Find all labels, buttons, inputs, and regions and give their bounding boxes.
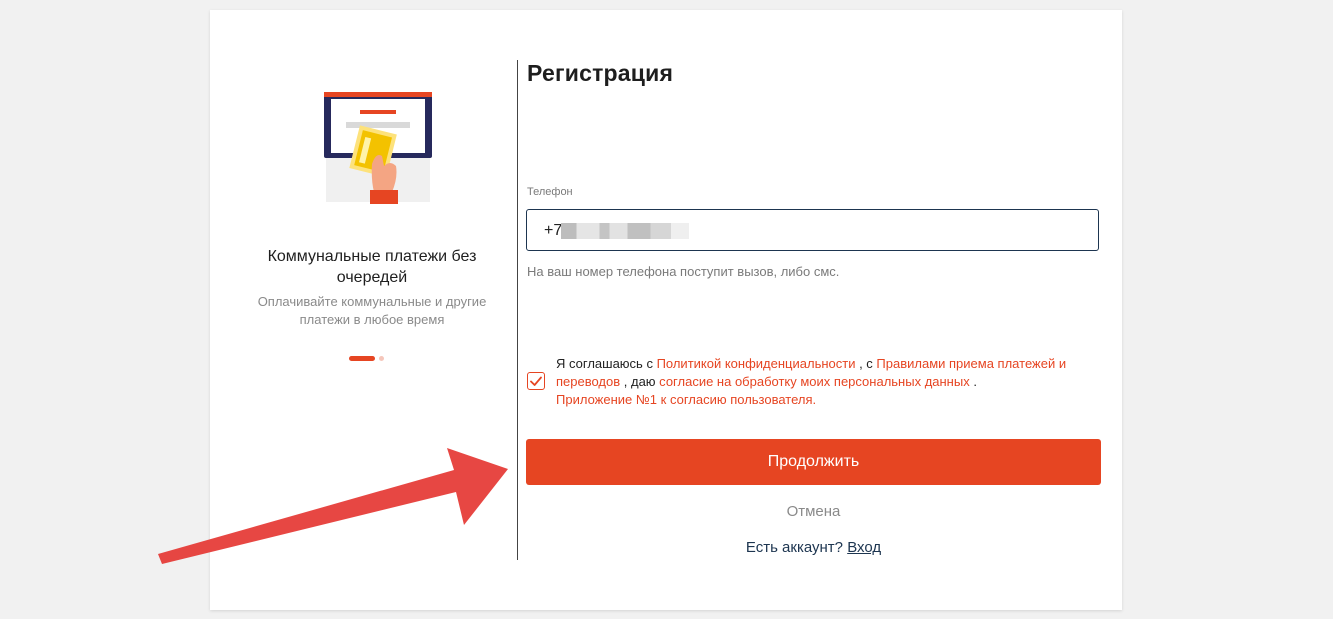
login-prompt: Есть аккаунт? Вход <box>526 539 1101 556</box>
phone-value-prefix: +7 <box>544 222 563 239</box>
agreement-checkbox[interactable] <box>527 372 545 390</box>
arrow-annotation <box>158 448 508 564</box>
payment-terminal-illustration <box>324 92 432 204</box>
carousel-dot[interactable] <box>379 356 384 361</box>
personal-data-consent-link[interactable]: согласие на обработку моих персональных … <box>659 374 970 389</box>
agreement-text-1: Я соглашаюсь с <box>556 356 657 371</box>
phone-hint: На ваш номер телефона поступит вызов, ли… <box>527 264 840 279</box>
promo-title: Коммунальные платежи без очередей <box>267 248 477 286</box>
vertical-divider <box>517 60 518 560</box>
agreement-text-2: , с <box>855 356 877 371</box>
phone-input[interactable]: +7 <box>526 209 1099 251</box>
privacy-policy-link[interactable]: Политикой конфиденциальности <box>657 356 856 371</box>
promo-subtitle: Оплачивайте коммунальные и другие платеж… <box>257 294 487 327</box>
phone-label: Телефон <box>527 186 573 198</box>
user-consent-appendix-link[interactable]: Приложение №1 к согласию пользователя. <box>556 392 816 407</box>
agreement-text: Я соглашаюсь с Политикой конфиденциально… <box>556 355 1112 409</box>
page-title: Регистрация <box>527 60 674 86</box>
continue-button[interactable]: Продолжить <box>526 439 1101 485</box>
cancel-button[interactable]: Отмена <box>526 503 1101 520</box>
agreement-text-4: . <box>969 374 977 389</box>
login-prompt-text: Есть аккаунт? <box>745 539 848 556</box>
carousel-dot-active[interactable] <box>349 356 375 361</box>
phone-number-redacted <box>561 223 689 239</box>
login-link[interactable]: Вход <box>847 539 881 556</box>
agreement-text-3: , даю <box>620 374 660 389</box>
check-icon <box>530 376 542 386</box>
